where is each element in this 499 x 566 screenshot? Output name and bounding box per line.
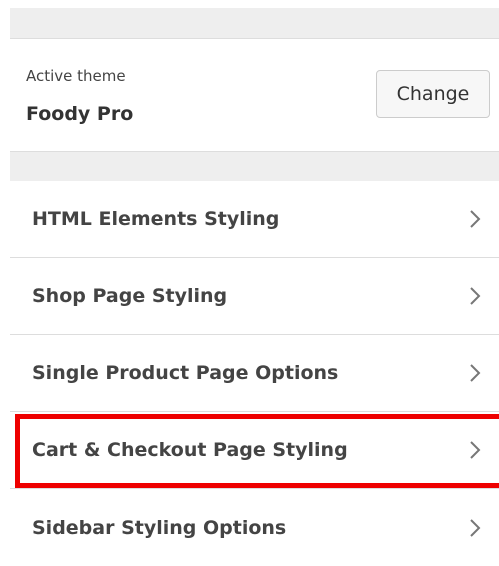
menu-item-cart-checkout-page-styling[interactable]: Cart & Checkout Page Styling <box>10 412 499 489</box>
menu-item-label: HTML Elements Styling <box>32 208 280 230</box>
menu-item-single-product-page-options[interactable]: Single Product Page Options <box>10 335 499 412</box>
menu-item-shop-page-styling[interactable]: Shop Page Styling <box>10 258 499 335</box>
chevron-right-icon <box>470 210 481 228</box>
menu-item-label: Cart & Checkout Page Styling <box>32 439 348 461</box>
chevron-right-icon <box>470 364 481 382</box>
active-theme-label: Active theme <box>26 67 126 85</box>
menu-item-html-elements-styling[interactable]: HTML Elements Styling <box>10 181 499 258</box>
customizer-menu: HTML Elements Styling Shop Page Styling … <box>10 181 499 566</box>
active-theme-name: Foody Pro <box>26 103 134 125</box>
chevron-right-icon <box>470 441 481 459</box>
section-divider-band <box>10 152 499 181</box>
menu-item-label: Shop Page Styling <box>32 285 228 307</box>
chevron-right-icon <box>470 518 481 537</box>
chevron-right-icon <box>470 287 481 305</box>
menu-item-sidebar-styling-options[interactable]: Sidebar Styling Options <box>10 489 499 566</box>
customizer-panel: Active theme Foody Pro Change HTML Eleme… <box>10 0 499 566</box>
active-theme-section: Active theme Foody Pro Change <box>10 38 499 152</box>
top-header-band <box>10 8 499 38</box>
menu-item-label: Single Product Page Options <box>32 362 339 384</box>
change-theme-button[interactable]: Change <box>376 70 490 118</box>
menu-item-label: Sidebar Styling Options <box>32 516 287 539</box>
